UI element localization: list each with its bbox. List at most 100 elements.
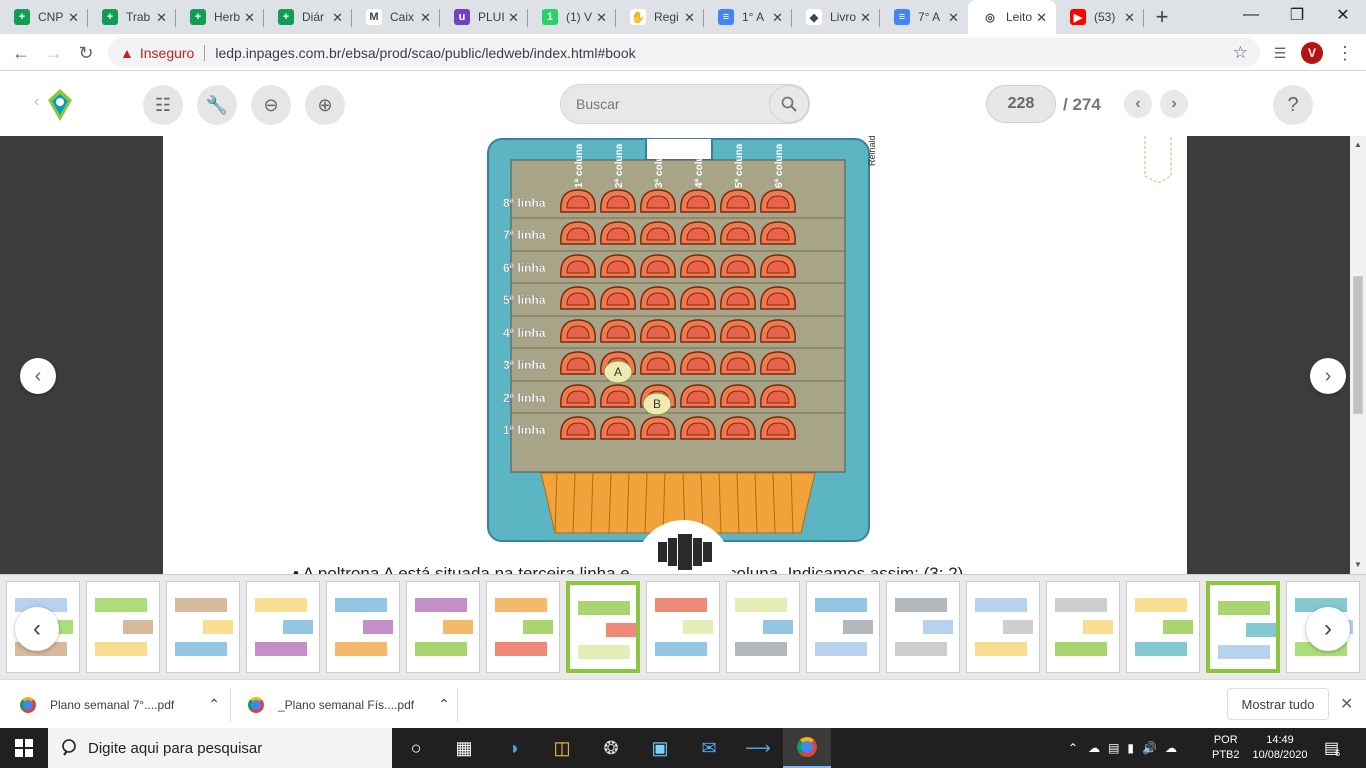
zoom-in-icon[interactable]: ⊕ [305, 85, 345, 125]
close-tab-icon[interactable]: ✕ [772, 10, 783, 26]
browser-tab[interactable]: + Diár ✕ [264, 0, 352, 34]
close-tab-icon[interactable]: ✕ [596, 10, 607, 26]
page-thumbnail[interactable] [726, 581, 800, 673]
page-thumbnail[interactable] [886, 581, 960, 673]
battery-icon[interactable]: ▮ [1127, 741, 1134, 755]
book-index-icon[interactable]: ☷ [143, 85, 183, 125]
scroll-down-icon[interactable]: ▼ [1354, 560, 1362, 569]
taskbar-search-input[interactable]: Digite aqui para pesquisar [48, 728, 392, 768]
browser-tab[interactable]: M Caix ✕ [352, 0, 440, 34]
page-thumbnail[interactable] [1126, 581, 1200, 673]
show-all-button[interactable]: Mostrar tudo [1227, 688, 1329, 720]
bookmark-star-icon[interactable]: ☆ [1233, 43, 1248, 63]
prev-spread-arrow-icon[interactable]: ‹ [20, 358, 56, 394]
close-downloads-icon[interactable]: ✕ [1340, 694, 1353, 714]
browser-tab[interactable]: ◎ Leito ✕ [968, 0, 1056, 34]
close-tab-icon[interactable]: ✕ [860, 10, 871, 26]
download-item[interactable]: _Plano semanal Fís....pdf ⌃ [248, 680, 450, 729]
browser-tab[interactable]: u PLUI ✕ [440, 0, 528, 34]
task-view-icon[interactable]: ▦ [440, 728, 488, 768]
windows-start-icon[interactable] [0, 728, 48, 768]
tools-wrench-icon[interactable]: 🔧 [197, 85, 237, 125]
close-tab-icon[interactable]: ✕ [332, 10, 343, 26]
reload-icon[interactable]: ↻ [74, 41, 98, 65]
page-number-input[interactable]: 228 [986, 85, 1056, 123]
page-thumbnail[interactable] [806, 581, 880, 673]
close-tab-icon[interactable]: ✕ [420, 10, 431, 26]
next-spread-arrow-icon[interactable]: › [1310, 358, 1346, 394]
browser-tab[interactable]: ◆ Livro ✕ [792, 0, 880, 34]
search-icon[interactable] [769, 85, 809, 123]
teamviewer-icon[interactable]: ⟶ [734, 728, 782, 768]
thumbs-next-arrow-icon[interactable]: › [1306, 607, 1350, 651]
search-input[interactable]: Buscar [560, 84, 810, 124]
tray-chevron-icon[interactable]: ⌃ [1068, 741, 1078, 755]
scroll-thumb[interactable] [1353, 276, 1363, 414]
forward-arrow-icon[interactable]: → [42, 41, 66, 65]
browser-tab[interactable]: ✋ Regi ✕ [616, 0, 704, 34]
onedrive-icon[interactable]: ☁ [1165, 741, 1177, 755]
chrome-taskbar-icon[interactable] [783, 728, 831, 768]
page-thumbnail[interactable] [966, 581, 1040, 673]
page-thumbnail[interactable] [166, 581, 240, 673]
media-control-icon[interactable]: ☰ [1268, 41, 1292, 65]
thumbs-prev-arrow-icon[interactable]: ‹ [15, 607, 59, 651]
help-button[interactable]: ? [1273, 85, 1313, 125]
close-tab-icon[interactable]: ✕ [1124, 10, 1135, 26]
page-thumbnail[interactable] [1046, 581, 1120, 673]
page-thumbnail[interactable] [1206, 581, 1280, 673]
close-window-button[interactable]: ✕ [1320, 0, 1366, 30]
download-item[interactable]: Plano semanal 7°....pdf ⌃ [20, 680, 220, 729]
collapse-chevron-icon[interactable]: ‹ [34, 93, 39, 111]
browser-tab[interactable]: + Trab ✕ [88, 0, 176, 34]
browser-tab[interactable]: + CNP ✕ [0, 0, 88, 34]
minimize-button[interactable]: — [1228, 0, 1274, 30]
new-tab-button[interactable]: + [1144, 0, 1180, 34]
bookmark-icon[interactable] [1143, 136, 1175, 186]
browser-tab[interactable]: 1 (1) V ✕ [528, 0, 616, 34]
close-tab-icon[interactable]: ✕ [508, 10, 519, 26]
cortana-icon[interactable]: ○ [392, 728, 440, 768]
menu-kebab-icon[interactable]: ⋮ [1333, 41, 1357, 65]
page-thumbnail[interactable] [326, 581, 400, 673]
store-icon[interactable]: ▣ [636, 728, 684, 768]
close-tab-icon[interactable]: ✕ [948, 10, 959, 26]
vertical-scrollbar[interactable]: ▲ ▼ [1350, 136, 1366, 574]
profile-avatar[interactable]: V [1301, 42, 1323, 64]
address-bar[interactable]: ▲ Inseguro ledp.inpages.com.br/ebsa/prod… [108, 38, 1260, 67]
clock[interactable]: 14:49 10/08/2020 [1250, 728, 1310, 768]
volume-icon[interactable]: 🔊 [1142, 741, 1157, 755]
page-thumbnail[interactable] [246, 581, 320, 673]
edge-icon[interactable]: ◑ [489, 728, 537, 768]
close-tab-icon[interactable]: ✕ [684, 10, 695, 26]
browser-tab[interactable]: ≡ 7° A ✕ [880, 0, 968, 34]
browser-tab[interactable]: + Herb ✕ [176, 0, 264, 34]
url-text[interactable]: ledp.inpages.com.br/ebsa/prod/scao/publi… [215, 45, 635, 61]
next-page-icon[interactable]: › [1160, 90, 1188, 118]
network-icon[interactable]: ▤ [1108, 741, 1119, 755]
notifications-icon[interactable]: ▤ 6 [1324, 728, 1340, 768]
close-tab-icon[interactable]: ✕ [68, 10, 79, 26]
browser-tab[interactable]: ▶ (53) ✕ [1056, 0, 1144, 34]
obs-icon[interactable]: ❂ [587, 728, 635, 768]
page-thumbnail[interactable] [566, 581, 640, 673]
language-indicator[interactable]: POR PTB2 [1212, 728, 1240, 768]
close-tab-icon[interactable]: ✕ [244, 10, 255, 26]
page-thumbnail[interactable] [486, 581, 560, 673]
chevron-up-icon[interactable]: ⌃ [438, 696, 450, 713]
zoom-out-icon[interactable]: ⊖ [251, 85, 291, 125]
prev-page-icon[interactable]: ‹ [1124, 90, 1152, 118]
scroll-up-icon[interactable]: ▲ [1354, 140, 1362, 149]
file-explorer-icon[interactable]: ◫ [538, 728, 586, 768]
page-thumbnail[interactable] [406, 581, 480, 673]
chevron-up-icon[interactable]: ⌃ [208, 696, 220, 713]
page-thumbnail[interactable] [86, 581, 160, 673]
maximize-button[interactable]: ❐ [1274, 0, 1320, 30]
browser-tab[interactable]: ≡ 1° A ✕ [704, 0, 792, 34]
close-tab-icon[interactable]: ✕ [156, 10, 167, 26]
back-arrow-icon[interactable]: ← [9, 41, 33, 65]
mail-icon[interactable]: ✉ [685, 728, 733, 768]
page-thumbnail[interactable] [646, 581, 720, 673]
close-tab-icon[interactable]: ✕ [1036, 10, 1047, 26]
weather-icon[interactable]: ☁ [1088, 741, 1100, 755]
